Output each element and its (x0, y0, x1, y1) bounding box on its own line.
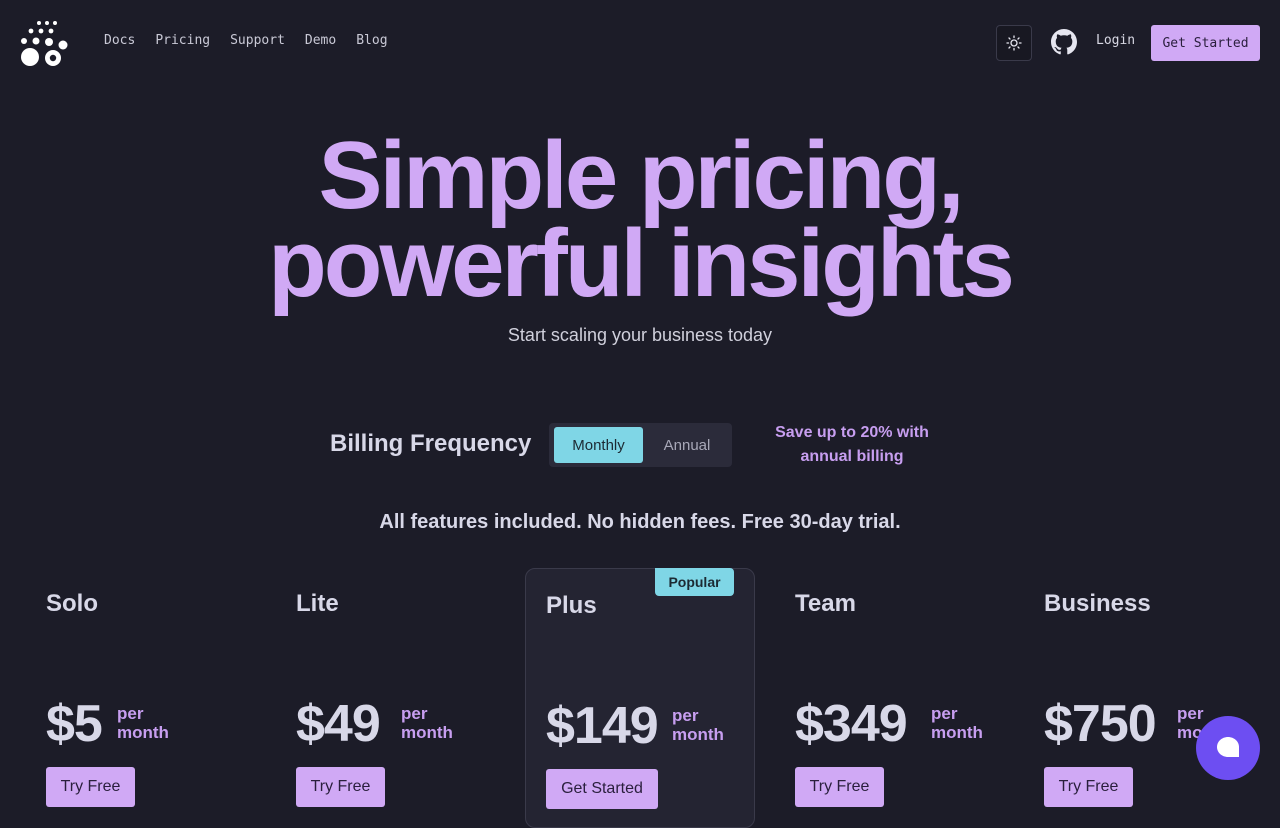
github-icon[interactable] (1051, 29, 1077, 55)
logo-icon[interactable] (20, 20, 68, 66)
chat-icon (1217, 737, 1239, 757)
sun-icon (1006, 35, 1022, 51)
hero-title-line-2: powerful insights (268, 210, 1015, 317)
nav-blog[interactable]: Blog (356, 33, 387, 48)
plan-name: Solo (46, 590, 98, 617)
plan-period-month: month (401, 723, 453, 742)
plan-card-solo: Solo $5 per month Try Free (26, 568, 256, 828)
try-free-button[interactable]: Try Free (46, 767, 135, 807)
try-free-button[interactable]: Try Free (795, 767, 884, 807)
plan-card-team: Team $349 per month Try Free (775, 568, 1005, 828)
plan-period: per month (931, 704, 983, 742)
theme-toggle-button[interactable] (996, 25, 1032, 61)
try-free-button[interactable]: Try Free (296, 767, 385, 807)
plan-card-plus: Popular Plus $149 per month Get Started (525, 568, 755, 828)
plan-name: Lite (296, 590, 339, 617)
nav-docs[interactable]: Docs (104, 33, 135, 48)
plan-card-business: Business $750 per month Try Free (1024, 568, 1260, 828)
plan-price: $349 (795, 695, 908, 753)
billing-monthly-option[interactable]: Monthly (554, 427, 643, 463)
top-header: Docs Pricing Support Demo Blog Login Get… (0, 0, 1280, 84)
plan-period: per month (672, 706, 724, 744)
get-started-button[interactable]: Get Started (1151, 25, 1260, 61)
try-free-button[interactable]: Try Free (1044, 767, 1133, 807)
nav-support[interactable]: Support (230, 33, 285, 48)
annual-savings-note: Save up to 20% with annual billing (762, 421, 942, 469)
plan-period: per month (117, 704, 169, 742)
savings-line-1: Save up to 20% with (775, 424, 929, 441)
hero-title: Simple pricing, powerful insights (0, 122, 1280, 317)
plan-period-month: month (931, 723, 983, 742)
login-link[interactable]: Login (1096, 33, 1135, 48)
plan-period-per: per (672, 706, 699, 725)
plan-period-per: per (401, 704, 428, 723)
plan-name: Team (795, 590, 856, 617)
billing-annual-option[interactable]: Annual (649, 427, 725, 463)
main-nav: Docs Pricing Support Demo Blog (104, 33, 388, 48)
plan-period-month: month (117, 723, 169, 742)
get-started-plan-button[interactable]: Get Started (546, 769, 658, 809)
billing-frequency-label: Billing Frequency (330, 430, 532, 457)
plan-name: Plus (546, 592, 597, 619)
nav-pricing[interactable]: Pricing (155, 33, 210, 48)
plan-price: $750 (1044, 695, 1157, 753)
plan-price: $49 (296, 695, 381, 753)
plan-price: $149 (546, 697, 659, 755)
billing-toggle: Monthly Annual (549, 423, 732, 467)
plan-period-per: per (931, 704, 958, 723)
nav-demo[interactable]: Demo (305, 33, 336, 48)
chat-launcher-button[interactable] (1196, 716, 1260, 780)
savings-line-2: annual billing (800, 448, 904, 465)
features-note: All features included. No hidden fees. F… (379, 511, 901, 533)
plan-period-month: month (672, 725, 724, 744)
plan-price: $5 (46, 695, 103, 753)
hero-title-line-1: Simple pricing, (318, 122, 964, 229)
plan-card-lite: Lite $49 per month Try Free (276, 568, 506, 828)
plan-period: per month (401, 704, 453, 742)
popular-badge: Popular (655, 568, 734, 596)
plan-name: Business (1044, 590, 1151, 617)
plan-period-per: per (117, 704, 144, 723)
hero-subtitle: Start scaling your business today (507, 325, 773, 345)
